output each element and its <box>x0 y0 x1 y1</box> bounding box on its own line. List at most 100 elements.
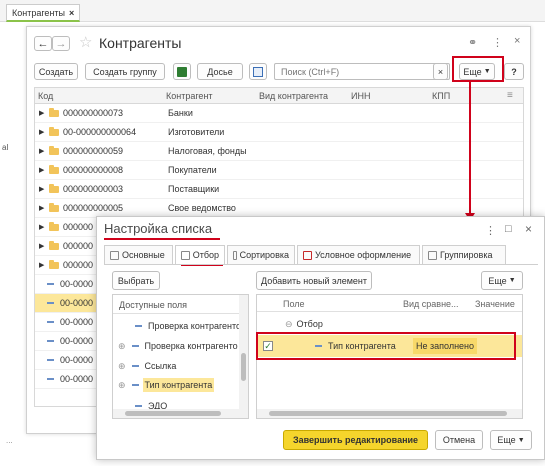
item-dash-icon <box>47 321 54 323</box>
expand-plus-icon[interactable]: ⊕ <box>118 341 126 352</box>
window-tab-label: Контрагенты <box>12 7 66 18</box>
add-element-button[interactable]: Добавить новый элемент <box>256 271 372 290</box>
folder-icon <box>49 240 59 250</box>
expand-plus-icon[interactable]: ⊕ <box>118 361 126 372</box>
tab-filter[interactable]: Отбор <box>175 245 225 264</box>
filter-hscroll-thumb[interactable] <box>269 411 507 416</box>
search-clear-button[interactable]: × <box>433 63 448 80</box>
dialog-title-underline <box>104 238 220 240</box>
back-button[interactable]: ← <box>34 36 52 51</box>
table-row[interactable]: ▶ 000000000059 Налоговая, фонды <box>35 142 523 161</box>
tab-conditional[interactable]: Условное оформление <box>297 245 420 264</box>
item-dash-icon <box>47 359 54 361</box>
search-box[interactable] <box>274 63 450 80</box>
row-code: 000000 <box>63 260 94 270</box>
table-row[interactable]: ▶ 000000000008 Покупатели <box>35 161 523 180</box>
create-group-button[interactable]: Создать группу <box>85 63 165 80</box>
expand-arrow-icon[interactable]: ▶ <box>39 147 47 155</box>
table-row[interactable]: ▶ 000000000073 Банки <box>35 104 523 123</box>
expand-arrow-icon[interactable]: ▶ <box>39 166 47 174</box>
folder-icon <box>49 221 59 231</box>
row-code: 000000000003 <box>63 184 124 194</box>
field-label: Тип контрагента <box>142 378 215 392</box>
tab-grouping[interactable]: Группировка <box>422 245 506 264</box>
item-dash-icon <box>47 378 54 380</box>
filter-group-row[interactable]: ⊖ Отбор <box>257 315 522 333</box>
header-more-icon[interactable]: ⋮ <box>492 36 503 49</box>
fields-hscroll-thumb[interactable] <box>125 411 221 416</box>
column-kpp[interactable]: КПП <box>432 91 450 101</box>
column-value[interactable]: Значение <box>475 299 515 309</box>
available-field-item[interactable]: Проверка контрагенто <box>113 317 248 335</box>
dialog-more-icon[interactable]: ⋮ <box>485 224 496 237</box>
tab-main[interactable]: Основные <box>104 245 173 264</box>
table-row[interactable]: ▶ 00-000000000064 Изготовители <box>35 123 523 142</box>
column-field[interactable]: Поле <box>283 299 305 309</box>
collapse-minus-icon[interactable]: ⊖ <box>285 319 293 330</box>
report-button[interactable] <box>249 63 267 80</box>
item-dash-icon <box>47 340 54 342</box>
expand-plus-icon[interactable]: ⊕ <box>118 380 126 391</box>
column-inn[interactable]: ИНН <box>351 91 370 101</box>
excel-export-button[interactable] <box>173 63 191 80</box>
footer-more-button[interactable]: Еще ▼ <box>490 430 532 450</box>
field-dash-icon <box>135 405 142 407</box>
column-code[interactable]: Код <box>38 91 53 101</box>
tab-sorting[interactable]: Сортировка <box>227 245 295 264</box>
field-label: Проверка контрагенто <box>148 321 242 331</box>
link-icon[interactable]: ⚭ <box>468 36 477 49</box>
excel-icon <box>177 66 187 77</box>
help-button[interactable]: ? <box>504 63 524 80</box>
folder-icon <box>49 202 59 212</box>
tab-sorting-label: Сортировка <box>239 250 289 260</box>
header-divider <box>113 313 241 314</box>
finish-editing-button[interactable]: Завершить редактирование <box>283 430 428 450</box>
window-tab-close-icon[interactable]: × <box>69 8 74 18</box>
expand-arrow-icon[interactable]: ▶ <box>39 261 47 269</box>
row-name: Изготовители <box>168 127 225 137</box>
cancel-button[interactable]: Отмена <box>435 430 483 450</box>
row-code: 000000000008 <box>63 165 124 175</box>
expand-arrow-icon[interactable]: ▶ <box>39 185 47 193</box>
dialog-title: Настройка списка <box>104 221 213 236</box>
column-settings-icon[interactable]: ≡ <box>507 90 513 101</box>
create-button[interactable]: Создать <box>34 63 78 80</box>
available-field-item[interactable]: ⊕ Проверка контрагенто <box>113 337 248 355</box>
dialog-close-icon[interactable]: × <box>525 222 532 236</box>
favorite-star-icon[interactable]: ☆ <box>79 33 92 51</box>
expand-arrow-icon[interactable]: ▶ <box>39 109 47 117</box>
field-dash-icon <box>131 345 139 347</box>
column-counterparty[interactable]: Контрагент <box>166 91 213 101</box>
tabs-divider <box>104 264 538 265</box>
dialog-maximize-icon[interactable]: □ <box>505 223 512 235</box>
table-row[interactable]: ▶ 000000000003 Поставщики <box>35 180 523 199</box>
filter-header: Поле Вид сравне... Значение <box>257 295 522 312</box>
expand-arrow-icon[interactable]: ▶ <box>39 223 47 231</box>
fields-vscroll-thumb[interactable] <box>241 353 246 381</box>
row-code: 000000000005 <box>63 203 124 213</box>
available-fields-panel[interactable]: Доступные поля Проверка контрагенто ⊕ Пр… <box>112 294 249 419</box>
column-comparison[interactable]: Вид сравне... <box>403 299 459 309</box>
dialog-more-button[interactable]: Еще ▼ <box>481 271 523 290</box>
tab-grouping-label: Группировка <box>440 250 493 260</box>
filter-item-highlight <box>256 332 516 360</box>
form-close-icon[interactable]: × <box>514 35 520 47</box>
field-dash-icon <box>131 384 139 386</box>
expand-arrow-icon[interactable]: ▶ <box>39 204 47 212</box>
expand-arrow-icon[interactable]: ▶ <box>39 242 47 250</box>
filter-group-label: Отбор <box>296 319 323 329</box>
available-field-item[interactable]: ⊕ Ссылка <box>113 357 248 375</box>
expand-arrow-icon[interactable]: ▶ <box>39 128 47 136</box>
forward-button[interactable]: → <box>52 36 70 51</box>
item-dash-icon <box>47 302 54 304</box>
row-name: Покупатели <box>168 165 217 175</box>
row-code: 00-0000 <box>60 336 94 346</box>
available-field-item-selected[interactable]: ⊕ Тип контрагента <box>113 376 248 394</box>
search-input[interactable] <box>279 65 439 78</box>
dossier-button[interactable]: Досье <box>197 63 243 80</box>
window-tab[interactable]: Контрагенты × <box>6 4 81 22</box>
row-code: 00-000000000064 <box>63 127 137 137</box>
folder-icon <box>49 259 59 269</box>
column-type[interactable]: Вид контрагента <box>259 91 328 101</box>
select-button[interactable]: Выбрать <box>112 271 160 290</box>
